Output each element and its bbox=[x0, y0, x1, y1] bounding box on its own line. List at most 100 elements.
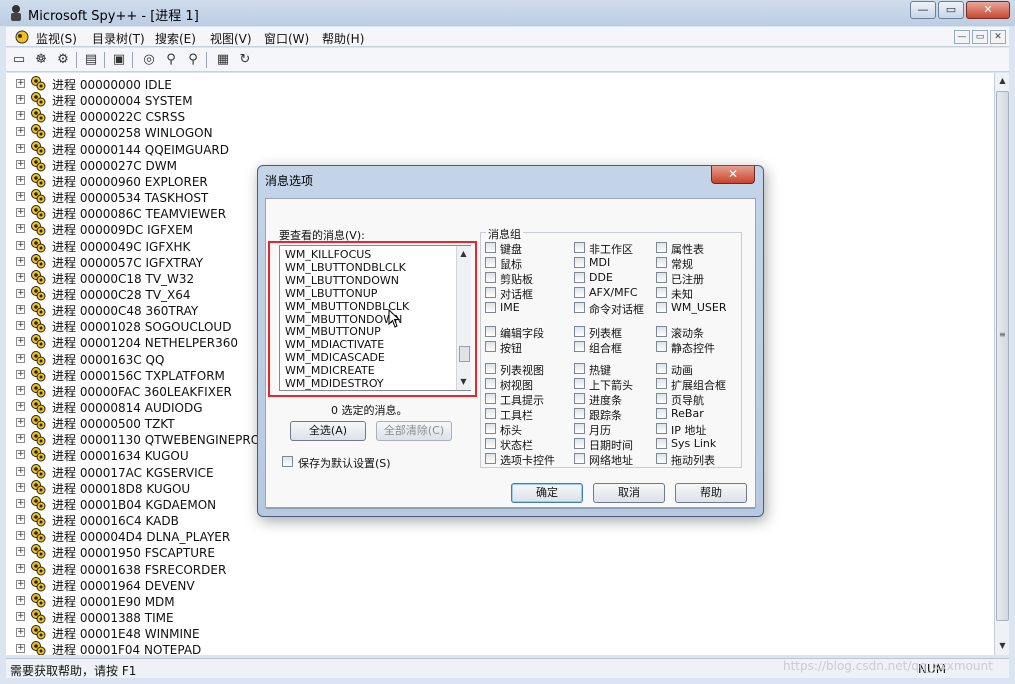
tree-row[interactable]: + 进程 0000027C DWM bbox=[16, 156, 296, 173]
tree-row[interactable]: + 进程 00001204 NETHELPER360 bbox=[16, 333, 296, 350]
expand-icon[interactable]: + bbox=[16, 159, 25, 169]
message-group-checkbox[interactable] bbox=[574, 287, 585, 298]
tree-row[interactable]: + 进程 00000C48 360TRAY bbox=[16, 301, 296, 318]
expand-icon[interactable]: + bbox=[16, 579, 25, 589]
mdi-close-button[interactable]: ✕ bbox=[990, 30, 1006, 44]
message-group-checkbox[interactable] bbox=[485, 326, 496, 337]
message-group-checkbox[interactable] bbox=[485, 272, 496, 283]
expand-icon[interactable]: + bbox=[16, 208, 25, 218]
message-group-checkbox[interactable] bbox=[485, 341, 496, 352]
scroll-down-icon[interactable]: ▼ bbox=[997, 641, 1008, 650]
message-group-checkbox[interactable] bbox=[656, 393, 667, 404]
tree-row[interactable]: + 进程 0000086C TEAMVIEWER bbox=[16, 204, 296, 221]
tree-row[interactable]: + 进程 00001964 DEVENV bbox=[16, 576, 296, 593]
expand-icon[interactable]: + bbox=[16, 547, 25, 557]
tree-row[interactable]: + 进程 00000534 TASKHOST bbox=[16, 188, 296, 205]
tree-row[interactable]: + 进程 00000960 EXPLORER bbox=[16, 172, 296, 189]
expand-icon[interactable]: + bbox=[16, 369, 25, 379]
expand-icon[interactable]: + bbox=[16, 434, 25, 444]
message-group-checkbox[interactable] bbox=[485, 257, 496, 268]
expand-icon[interactable]: + bbox=[16, 305, 25, 315]
expand-icon[interactable]: + bbox=[16, 256, 25, 266]
message-group-checkbox[interactable] bbox=[485, 423, 496, 434]
message-group-checkbox[interactable] bbox=[574, 408, 585, 419]
mdi-restore-button[interactable]: ▭ bbox=[972, 30, 988, 44]
find-window-icon[interactable]: ◎ bbox=[140, 51, 158, 69]
message-group-checkbox[interactable] bbox=[656, 341, 667, 352]
expand-icon[interactable]: + bbox=[16, 353, 25, 363]
message-group-checkbox[interactable] bbox=[656, 363, 667, 374]
scroll-up-icon[interactable]: ▲ bbox=[997, 76, 1008, 85]
message-group-checkbox[interactable] bbox=[656, 326, 667, 337]
tree-row[interactable]: + 进程 00001F04 NOTEPAD bbox=[16, 640, 296, 655]
menu-search[interactable]: 搜索(E) bbox=[155, 30, 196, 47]
message-group-checkbox[interactable] bbox=[656, 453, 667, 464]
tree-row[interactable]: + 进程 00001388 TIME bbox=[16, 608, 296, 625]
scroll-thumb[interactable]: ≡ bbox=[996, 91, 1009, 621]
expand-icon[interactable]: + bbox=[16, 79, 25, 88]
tree-row[interactable]: + 进程 00000004 SYSTEM bbox=[16, 91, 296, 108]
tree-row[interactable]: + 进程 000009DC IGFXEM bbox=[16, 220, 296, 237]
tree-row[interactable]: + 进程 000004D4 DLNA_PLAYER bbox=[16, 527, 296, 544]
message-group-checkbox[interactable] bbox=[574, 242, 585, 253]
tree-row[interactable]: + 进程 00000C28 TV_X64 bbox=[16, 285, 296, 302]
expand-icon[interactable]: + bbox=[16, 321, 25, 331]
expand-icon[interactable]: + bbox=[16, 515, 25, 525]
minimize-button[interactable]: — bbox=[910, 1, 936, 19]
menu-window[interactable]: 窗口(W) bbox=[264, 30, 309, 47]
message-group-checkbox[interactable] bbox=[485, 378, 496, 389]
message-group-checkbox[interactable] bbox=[656, 257, 667, 268]
refresh-icon[interactable]: ↻ bbox=[236, 51, 254, 69]
find-process-icon[interactable]: ⚲ bbox=[162, 51, 180, 69]
message-group-checkbox[interactable] bbox=[656, 287, 667, 298]
tree-row[interactable]: + 进程 0000022C CSRSS bbox=[16, 107, 296, 124]
expand-icon[interactable]: + bbox=[16, 402, 25, 411]
message-group-checkbox[interactable] bbox=[574, 393, 585, 404]
expand-icon[interactable]: + bbox=[16, 224, 25, 234]
message-group-checkbox[interactable] bbox=[656, 438, 667, 449]
menu-tree[interactable]: 目录树(T) bbox=[92, 30, 145, 47]
properties-icon[interactable]: ▦ bbox=[214, 51, 232, 69]
expand-icon[interactable]: + bbox=[16, 175, 25, 185]
expand-icon[interactable]: + bbox=[16, 498, 25, 508]
tree-row[interactable]: + 进程 00001E48 WINMINE bbox=[16, 624, 296, 641]
dialog-close-button[interactable]: ✕ bbox=[711, 166, 755, 184]
tree-row[interactable]: + 进程 00000258 WINLOGON bbox=[16, 123, 296, 140]
tree-row[interactable]: + 进程 0000163C QQ bbox=[16, 350, 296, 367]
tree-row[interactable]: + 进程 00000144 QQEIMGUARD bbox=[16, 140, 296, 157]
expand-icon[interactable]: + bbox=[16, 628, 25, 638]
expand-icon[interactable]: + bbox=[16, 272, 25, 282]
message-group-checkbox[interactable] bbox=[485, 408, 496, 419]
tree-row[interactable]: + 进程 00000FAC 360LEAKFIXER bbox=[16, 382, 296, 399]
message-group-checkbox[interactable] bbox=[656, 302, 667, 313]
mdi-child-icon[interactable] bbox=[14, 29, 30, 45]
tree-row[interactable]: + 进程 000017AC KGSERVICE bbox=[16, 463, 296, 480]
message-group-checkbox[interactable] bbox=[485, 453, 496, 464]
find-thread-icon[interactable]: ⚲ bbox=[184, 51, 202, 69]
tree-row[interactable]: + 进程 000018D8 KUGOU bbox=[16, 479, 296, 496]
ok-button[interactable]: 确定 bbox=[511, 483, 583, 503]
expand-icon[interactable]: + bbox=[16, 337, 25, 347]
menu-view[interactable]: 视图(V) bbox=[210, 30, 252, 47]
tree-row[interactable]: + 进程 00000500 TZKT bbox=[16, 414, 296, 431]
tree-row[interactable]: + 进程 00000000 IDLE bbox=[16, 75, 296, 92]
message-group-checkbox[interactable] bbox=[656, 378, 667, 389]
message-group-checkbox[interactable] bbox=[574, 363, 585, 374]
expand-icon[interactable]: + bbox=[16, 385, 25, 395]
select-all-button[interactable]: 全选(A) bbox=[290, 421, 366, 441]
expand-icon[interactable]: + bbox=[16, 611, 25, 621]
expand-icon[interactable]: + bbox=[16, 563, 25, 573]
tree-row[interactable]: + 进程 00001130 QTWEBENGINEPROCES bbox=[16, 430, 296, 447]
message-group-checkbox[interactable] bbox=[574, 326, 585, 337]
tree-row[interactable]: + 进程 0000049C IGFXHK bbox=[16, 237, 296, 254]
expand-icon[interactable]: + bbox=[16, 482, 25, 492]
message-group-checkbox[interactable] bbox=[574, 378, 585, 389]
message-group-checkbox[interactable] bbox=[485, 393, 496, 404]
expand-icon[interactable]: + bbox=[16, 240, 25, 250]
menu-help[interactable]: 帮助(H) bbox=[322, 30, 364, 47]
tree-row[interactable]: + 进程 00000814 AUDIODG bbox=[16, 398, 296, 415]
expand-icon[interactable]: + bbox=[16, 531, 25, 541]
expand-icon[interactable]: + bbox=[16, 644, 25, 654]
vertical-scrollbar[interactable]: ▲ ≡ ▼ bbox=[994, 73, 1009, 655]
tree-row[interactable]: + 进程 00001634 KUGOU bbox=[16, 446, 296, 463]
